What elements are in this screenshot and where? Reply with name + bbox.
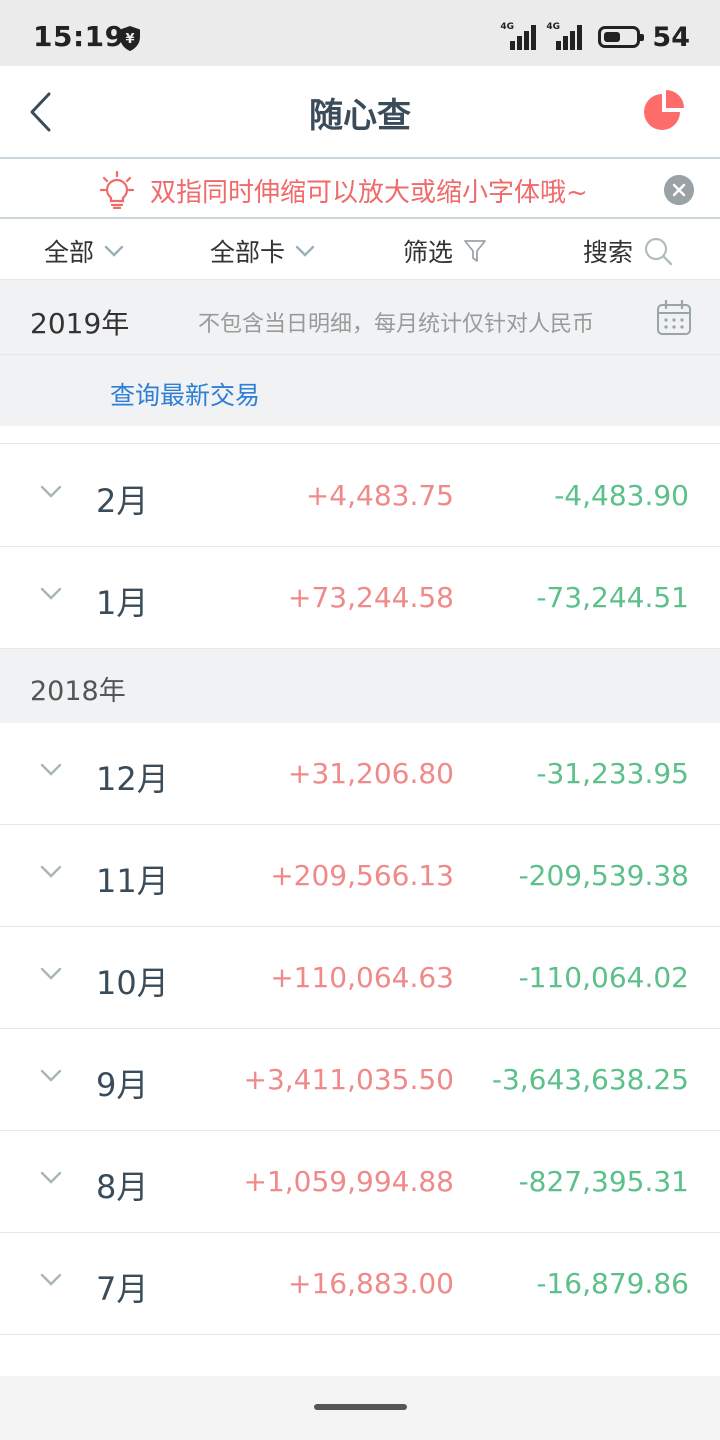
signal-icon: 4G — [500, 22, 538, 52]
month-row[interactable]: 9月 +3,411,035.50 -3,643,638.25 — [0, 1029, 720, 1131]
signal-icon: 4G — [546, 22, 584, 52]
expense-amount: -827,395.31 — [518, 1165, 689, 1198]
bottom-navigation-bar — [0, 1376, 720, 1440]
month-label: 1月 — [96, 584, 149, 622]
expense-amount: -16,879.86 — [536, 1267, 689, 1300]
year-section-2018: 2018年 — [0, 649, 720, 723]
query-latest-link[interactable]: 查询最新交易 — [110, 376, 260, 412]
month-label: 9月 — [96, 1066, 149, 1104]
search-label: 搜索 — [583, 238, 634, 267]
expense-amount: -4,483.90 — [554, 479, 689, 512]
chevron-down-icon — [40, 763, 62, 776]
month-row[interactable]: 10月 +110,064.63 -110,064.02 — [0, 927, 720, 1029]
year-title: 2019年 — [30, 307, 130, 340]
all-cards-label: 全部卡 — [210, 238, 286, 267]
month-row[interactable]: 2月 +4,483.75 -4,483.90 — [0, 445, 720, 547]
month-row[interactable]: 1月 +73,244.58 -73,244.51 — [0, 547, 720, 649]
filter-label: 筛选 — [403, 238, 454, 267]
month-row[interactable]: 8月 +1,059,994.88 -827,395.31 — [0, 1131, 720, 1233]
income-amount: +3,411,035.50 — [243, 1063, 455, 1096]
battery-percent: 54 — [652, 21, 690, 53]
expense-amount: -3,643,638.25 — [491, 1063, 689, 1096]
chevron-down-icon — [40, 967, 62, 980]
chevron-down-icon — [295, 245, 315, 257]
chevron-down-icon — [40, 1069, 62, 1082]
search-button[interactable]: 搜索 — [583, 233, 673, 269]
month-label: 7月 — [96, 1270, 149, 1308]
month-label: 10月 — [96, 964, 169, 1002]
income-amount: +209,566.13 — [270, 859, 454, 892]
calendar-icon[interactable] — [656, 300, 692, 336]
page-title: 随心查 — [309, 96, 411, 136]
year-section-2019: 2019年 不包含当日明细，每月统计仅针对人民币 — [0, 280, 720, 426]
chevron-down-icon — [40, 865, 62, 878]
svg-text:¥: ¥ — [125, 32, 134, 47]
month-row[interactable]: 11月 +209,566.13 -209,539.38 — [0, 825, 720, 927]
all-cards-dropdown[interactable]: 全部卡 — [210, 233, 315, 269]
home-indicator[interactable] — [314, 1404, 407, 1410]
shield-icon: ¥ — [120, 26, 140, 51]
search-icon — [644, 237, 673, 266]
month-label: 2月 — [96, 482, 149, 520]
battery-icon — [598, 26, 645, 48]
chevron-down-icon — [104, 245, 124, 257]
status-bar: 15:19 ¥ 4G 4G 54 — [0, 0, 720, 66]
app-header: 随心查 — [0, 66, 720, 159]
income-amount: +16,883.00 — [288, 1267, 454, 1300]
expense-amount: -73,244.51 — [536, 581, 689, 614]
income-amount: +73,244.58 — [288, 581, 454, 614]
year-title: 2018年 — [30, 676, 126, 707]
month-label: 8月 — [96, 1168, 149, 1206]
month-row[interactable]: 12月 +31,206.80 -31,233.95 — [0, 723, 720, 825]
close-icon[interactable] — [664, 175, 694, 205]
all-type-label: 全部 — [44, 238, 95, 267]
chevron-down-icon — [40, 1171, 62, 1184]
chevron-down-icon — [40, 485, 62, 498]
expense-amount: -209,539.38 — [518, 859, 689, 892]
lightbulb-icon — [100, 171, 134, 209]
month-label: 12月 — [96, 760, 169, 798]
all-type-dropdown[interactable]: 全部 — [44, 233, 124, 269]
income-amount: +31,206.80 — [288, 757, 454, 790]
filter-button[interactable]: 筛选 — [403, 233, 487, 269]
chevron-down-icon — [40, 1273, 62, 1286]
month-label: 11月 — [96, 862, 169, 900]
funnel-icon — [464, 240, 486, 262]
income-amount: +4,483.75 — [305, 479, 454, 512]
tip-text: 双指同时伸缩可以放大或缩小字体哦~ — [150, 178, 588, 208]
income-amount: +110,064.63 — [270, 961, 454, 994]
tip-banner: 双指同时伸缩可以放大或缩小字体哦~ — [0, 159, 720, 219]
income-amount: +1,059,994.88 — [243, 1165, 455, 1198]
expense-amount: -31,233.95 — [536, 757, 689, 790]
pie-chart-icon[interactable] — [642, 88, 686, 132]
month-row[interactable]: 7月 +16,883.00 -16,879.86 — [0, 1233, 720, 1335]
filter-bar: 全部 全部卡 筛选 搜索 — [0, 219, 720, 280]
year-note: 不包含当日明细，每月统计仅针对人民币 — [198, 312, 595, 337]
status-time: 15:19 — [33, 20, 125, 53]
chevron-down-icon — [40, 587, 62, 600]
expense-amount: -110,064.02 — [518, 961, 689, 994]
